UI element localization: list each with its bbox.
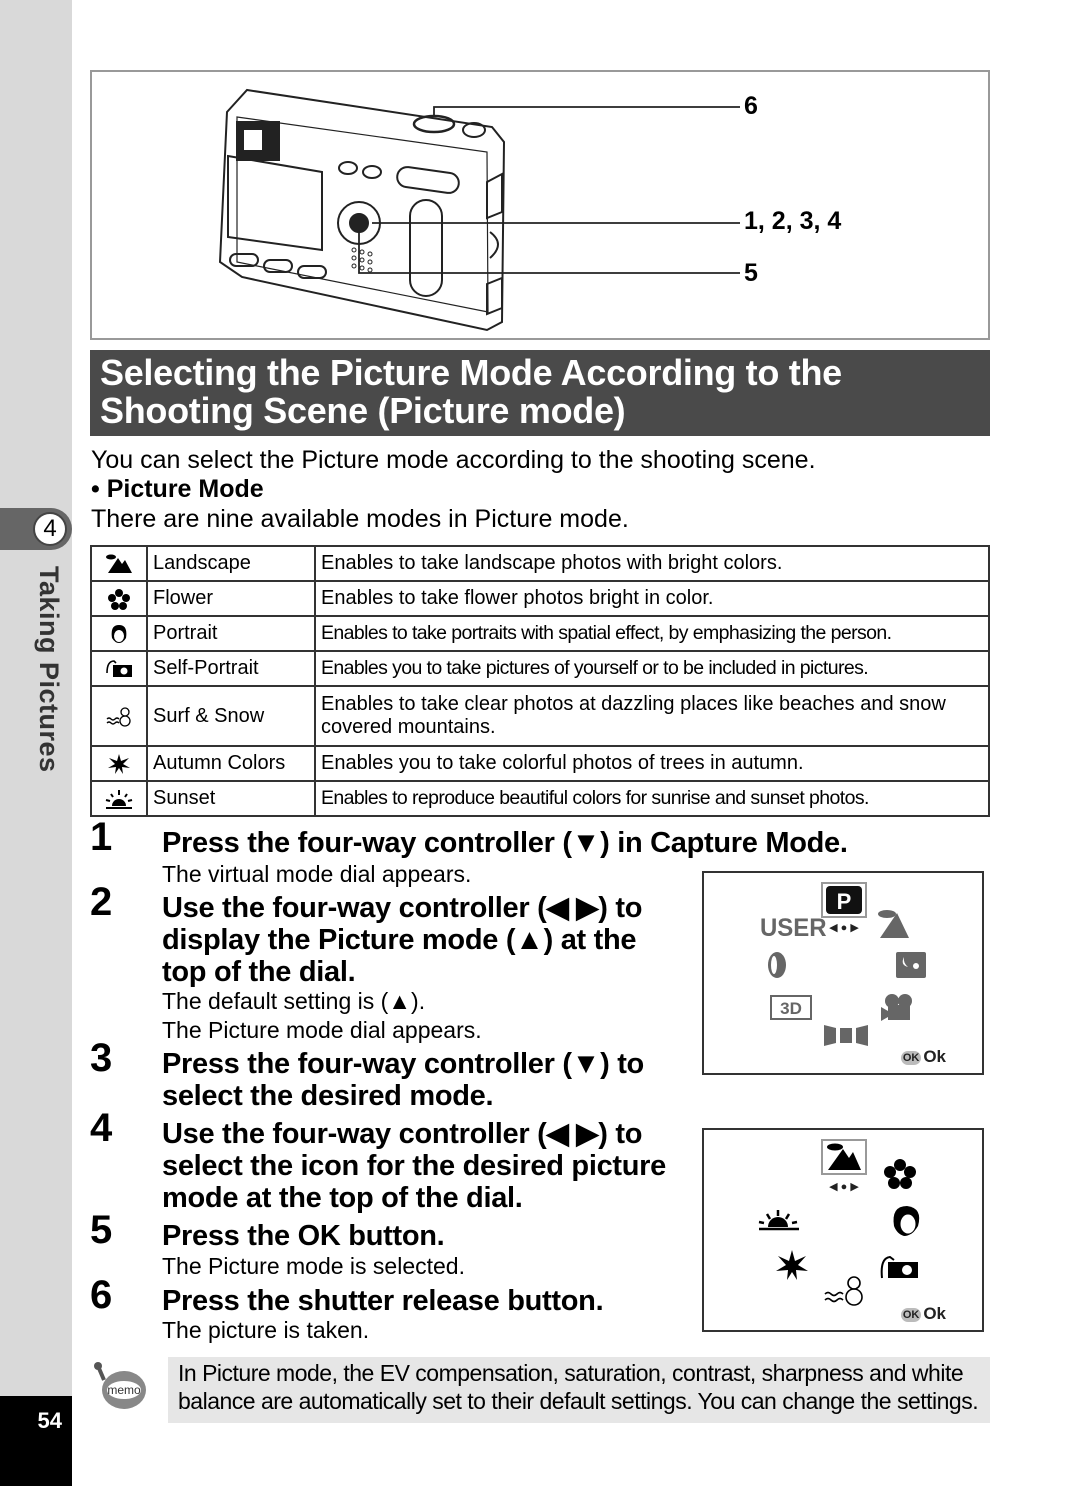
mode-name: Autumn Colors <box>146 745 316 782</box>
ok-badge-icon: OK <box>900 1050 922 1065</box>
memo-icon: memo <box>94 1362 146 1409</box>
ok-badge-icon: OK <box>900 1307 922 1322</box>
ok-hint: OK Ok <box>900 1304 946 1323</box>
mode-description: Enables to take landscape photos with br… <box>314 545 990 582</box>
mode-name: Landscape <box>146 545 316 582</box>
mode-name: Self-Portrait <box>146 650 316 687</box>
modes-intro-text: There are nine available modes in Pictur… <box>91 505 629 533</box>
page-number: 54 <box>37 1408 62 1433</box>
ok-hint: OK Ok <box>900 1047 946 1066</box>
mode-description: Enables you to take colorful photos of t… <box>314 745 990 782</box>
night-scene-icon <box>896 952 926 978</box>
table-row: Sunset Enables to reproduce beautiful co… <box>90 780 990 817</box>
chapter-title: Taking Pictures <box>34 566 64 773</box>
program-mode-label: P <box>837 889 852 914</box>
table-row: Self-Portrait Enables you to take pictur… <box>90 650 990 687</box>
mode-description: Enables you to take pictures of yourself… <box>314 650 990 687</box>
autumn-colors-icon <box>776 1250 808 1280</box>
callout-1-2-3-4: 1, 2, 3, 4 <box>744 207 842 235</box>
step-note: The virtual mode dial appears. <box>162 861 472 887</box>
step-number: 2 <box>90 880 113 924</box>
dial-arrows: ◀ ● ▶ <box>829 1181 859 1193</box>
digital-filter-icon <box>768 952 786 978</box>
leader-line-5 <box>358 232 740 274</box>
mode-description: Enables to take flower photos bright in … <box>314 580 990 617</box>
step-number: 4 <box>90 1106 113 1150</box>
table-row: Portrait Enables to take portraits with … <box>90 615 990 652</box>
portrait-icon <box>893 1206 920 1236</box>
flower-icon <box>884 1159 916 1189</box>
table-row: Flower Enables to take flower photos bri… <box>90 580 990 617</box>
step-title: Use the four-way controller (◀ ▶) to sel… <box>162 1118 666 1214</box>
lcd-screen <box>227 154 323 252</box>
portrait-icon <box>111 624 127 643</box>
table-row: Autumn Colors Enables you to take colorf… <box>90 745 990 782</box>
user-mode-label: USER <box>760 914 827 942</box>
intro-text: You can select the Picture mode accordin… <box>91 446 816 474</box>
svg-text:memo: memo <box>107 1383 141 1397</box>
step-title: Press the four-way controller (▼) in Cap… <box>162 827 848 859</box>
step-note: The picture is taken. <box>162 1317 370 1343</box>
memo-line-1: In Picture mode, the EV compensation, sa… <box>178 1360 964 1386</box>
memo-note: In Picture mode, the EV compensation, sa… <box>168 1357 990 1423</box>
landscape-icon <box>106 554 132 573</box>
picture-mode-icon <box>878 910 909 938</box>
section-heading: Selecting the Picture Mode According to … <box>90 350 990 436</box>
step-title: Press the four-way controller (▼) to sel… <box>162 1048 644 1112</box>
step-title: Use the four-way controller (◀ ▶) to dis… <box>162 892 643 988</box>
chapter-number: 4 <box>33 512 67 546</box>
flower-icon <box>108 588 130 610</box>
movie-icon <box>881 994 912 1021</box>
step-note: The default setting is (▲). <box>162 988 426 1014</box>
step-number: 6 <box>90 1273 113 1317</box>
svg-text:3D: 3D <box>780 999 802 1018</box>
self-portrait-icon <box>880 1255 918 1279</box>
callout-5: 5 <box>744 259 758 287</box>
self-portrait-icon <box>106 659 132 677</box>
picture-mode-dial: ◀ ● ▶ OK Ok <box>702 1128 984 1332</box>
sunset-icon <box>105 789 133 809</box>
dial-arrows: ◀ ● ▶ <box>829 922 859 934</box>
leader-line-6 <box>433 106 740 116</box>
surf-snow-icon <box>824 1276 863 1306</box>
3d-mode-icon: 3D <box>770 995 812 1020</box>
step-number: 5 <box>90 1208 113 1252</box>
step-note: The Picture mode is selected. <box>162 1253 465 1279</box>
mode-name: Portrait <box>146 615 316 652</box>
surf-snow-icon <box>106 707 131 727</box>
step-note: The Picture mode dial appears. <box>162 1017 482 1043</box>
step-number: 1 <box>90 815 113 859</box>
table-row: Landscape Enables to take landscape phot… <box>90 545 990 582</box>
camera-illustration <box>218 88 740 332</box>
mode-name: Surf & Snow <box>146 685 316 747</box>
heading-line-1: Selecting the Picture Mode According to … <box>100 352 842 393</box>
sunset-icon <box>758 1210 799 1231</box>
mode-description: Enables to take clear photos at dazzling… <box>314 685 990 747</box>
mode-name: Flower <box>146 580 316 617</box>
step-title: Press the OK button. <box>162 1220 445 1252</box>
capture-mode-dial: P ◀ ● ▶ USER 3D OK Ok <box>702 871 984 1075</box>
memo-line-2: balance are automatically set to their d… <box>178 1388 979 1414</box>
mode-description: Enables to take portraits with spatial e… <box>314 615 990 652</box>
callout-6: 6 <box>744 92 758 120</box>
mode-description: Enables to reproduce beautiful colors fo… <box>314 780 990 817</box>
picture-modes-table: Landscape Enables to take landscape phot… <box>90 545 990 817</box>
autumn-colors-icon <box>108 753 130 774</box>
panorama-icon <box>824 1025 868 1046</box>
table-row: Surf & Snow Enables to take clear photos… <box>90 685 990 747</box>
heading-line-2: Shooting Scene (Picture mode) <box>100 390 626 431</box>
camera-figure: 6 1, 2, 3, 4 5 <box>90 70 990 340</box>
picture-mode-subheading: • Picture Mode <box>91 475 264 503</box>
mode-name: Sunset <box>146 780 316 817</box>
step-title: Press the shutter release button. <box>162 1285 604 1317</box>
ok-button <box>349 213 369 233</box>
step-number: 3 <box>90 1036 113 1080</box>
